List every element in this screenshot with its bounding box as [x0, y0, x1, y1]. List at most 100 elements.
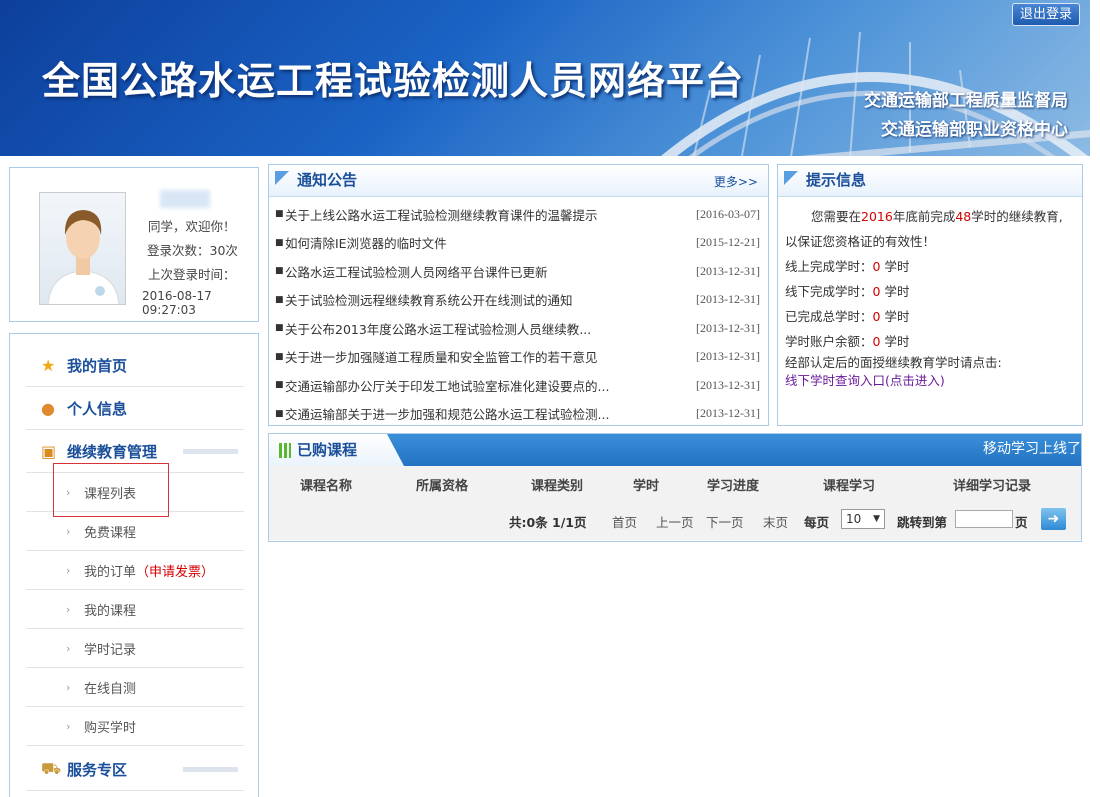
notice-list: ■ 关于上线公路水运工程试验检测继续教育课件的温馨提示 [2016-03-07] ■… [269, 197, 768, 428]
last-page-link[interactable]: 末页 [763, 512, 788, 531]
nav-buy-hours[interactable]: › 购买学时 [26, 707, 244, 746]
nav-service-label: 服务专区 [67, 760, 128, 779]
notice-text[interactable]: 公路水运工程试验检测人员网络平台课件已更新 [285, 262, 692, 281]
notice-date: [2016-03-07] [696, 206, 760, 221]
apply-invoice-link[interactable]: （申请发票） [136, 561, 214, 580]
prev-page-link[interactable]: 上一页 [656, 512, 694, 531]
tips-title: 提示信息 [778, 165, 884, 196]
org-name-2: 交通运输部职业资格中心 [881, 120, 1068, 140]
per-page-select[interactable]: 10 ▼ [841, 509, 885, 529]
chevron-right-icon: › [66, 524, 71, 538]
tips-year: 2016 [861, 209, 893, 224]
tips-panel: 提示信息 您需要在2016年底前完成48学时的继续教育,以保证您资格证的有效性！… [777, 164, 1083, 426]
list-item[interactable]: ■ 关于公布2013年度公路水运工程试验检测人员继续教... [2013-12-31… [275, 314, 760, 343]
site-title: 全国公路水运工程试验检测人员网络平台 [42, 58, 745, 103]
chevron-right-icon: › [66, 719, 71, 733]
notice-text[interactable]: 关于上线公路水运工程试验检测继续教育课件的温馨提示 [285, 205, 692, 224]
per-page-value: 10 [846, 512, 862, 526]
bars-icon [279, 443, 291, 458]
divider-bar [183, 767, 238, 772]
bullet-icon: ■ [275, 237, 284, 248]
jump-page-input[interactable] [955, 510, 1013, 528]
header-banner: 全国公路水运工程试验检测人员网络平台 交通运输部工程质量监督局 交通运输部职业资… [0, 0, 1090, 156]
more-link[interactable]: 更多>> [714, 173, 758, 190]
profile-card: 同学，欢迎你！ 登录次数：30次 上次登录时间： 2016-08-17 09:2… [9, 167, 259, 322]
courses-tab: 已购课程 [269, 434, 404, 466]
pagination: 共:0条 1/1页 首页 上一页 下一页 末页 每页 10 ▼ 跳转到第 页 ➜ [269, 502, 1081, 540]
notice-text[interactable]: 关于公布2013年度公路水运工程试验检测人员继续教... [285, 319, 692, 338]
nav-home[interactable]: ★ 我的首页 [26, 344, 244, 387]
notice-text[interactable]: 交通运输部办公厅关于印发工地试验室标准化建设要点的... [285, 376, 692, 395]
tips-body: 您需要在2016年底前完成48学时的继续教育,以保证您资格证的有效性！ 线上完成… [778, 197, 1082, 390]
page-suffix: 页 [1015, 515, 1028, 530]
list-item[interactable]: ■ 关于上线公路水运工程试验检测继续教育课件的温馨提示 [2016-03-07] [275, 200, 760, 229]
courses-title: 已购课程 [297, 441, 358, 459]
offline-query-link[interactable]: 线下学时查询入口(点击进入) [785, 372, 1074, 390]
nav-free-courses[interactable]: › 免费课程 [26, 512, 244, 551]
tips-hours: 48 [955, 209, 972, 224]
tips-requirement: 您需要在2016年底前完成48学时的继续教育,以保证您资格证的有效性！ [785, 204, 1074, 254]
list-item[interactable]: ■ 交通运输部关于进一步加强和规范公路水运工程试验检测... [2013-12-31… [275, 400, 760, 429]
next-page-link[interactable]: 下一页 [706, 512, 744, 531]
notice-text[interactable]: 关于进一步加强隧道工程质量和安全监管工作的若干意见 [285, 347, 692, 366]
divider-bar [183, 449, 238, 454]
last-login-label: 上次登录时间： [148, 267, 236, 282]
nav-personal-label: 个人信息 [67, 399, 128, 418]
bullet-icon: ■ [275, 294, 284, 305]
list-item[interactable]: ■ 如何清除IE浏览器的临时文件 [2015-12-21] [275, 229, 760, 258]
tips-text: 年底前完成 [892, 209, 956, 224]
book-icon: ▣ [41, 441, 57, 461]
chevron-right-icon: › [66, 563, 71, 577]
nav-my-orders[interactable]: › 我的订单 （申请发票） [26, 551, 244, 590]
per-page-label: 每页 [804, 515, 830, 530]
welcome-text: 同学，欢迎你！ [148, 219, 236, 234]
org-name-1: 交通运输部工程质量监督局 [864, 91, 1068, 111]
nav-service[interactable]: ⛟ 服务专区 [26, 748, 244, 791]
chevron-right-icon: › [66, 680, 71, 694]
list-item[interactable]: ■ 关于进一步加强隧道工程质量和安全监管工作的若干意见 [2013-12-31] [275, 343, 760, 372]
bullet-icon: ■ [275, 209, 284, 220]
nav-online-test[interactable]: › 在线自测 [26, 668, 244, 707]
user-silhouette-icon [47, 210, 120, 304]
account-balance: 学时账户余额：0 学时 [785, 334, 910, 349]
col-category: 课程类别 [531, 479, 584, 494]
notice-date: [2013-12-31] [696, 349, 760, 364]
bullet-icon: ■ [275, 408, 284, 419]
bullet-icon: ■ [275, 380, 284, 391]
col-course-name: 课程名称 [300, 479, 353, 494]
notice-date: [2015-12-21] [696, 235, 760, 250]
mobile-learning-notice[interactable]: 移动学习上线了 [983, 434, 1081, 464]
notice-text[interactable]: 交通运输部关于进一步加强和规范公路水运工程试验检测... [285, 404, 692, 423]
pager-summary: 共:0条 1/1页 [509, 515, 587, 530]
chevron-right-icon: › [66, 641, 71, 655]
bullet-icon: ■ [275, 266, 284, 277]
selection-highlight [53, 463, 169, 517]
online-hours: 线上完成学时：0 学时 [785, 259, 910, 274]
notice-text[interactable]: 关于试验检测远程继续教育系统公开在线测试的通知 [285, 290, 692, 309]
notice-text[interactable]: 如何清除IE浏览器的临时文件 [285, 233, 692, 252]
nav-hour-records[interactable]: › 学时记录 [26, 629, 244, 668]
go-arrow-icon[interactable]: ➜ [1041, 508, 1066, 530]
col-hours: 学时 [633, 479, 660, 494]
jump-label: 跳转到第 [897, 515, 948, 530]
logout-button[interactable]: 退出登录 [1012, 3, 1080, 26]
col-qualification: 所属资格 [416, 479, 469, 494]
list-item[interactable]: ■ 公路水运工程试验检测人员网络平台课件已更新 [2013-12-31] [275, 257, 760, 286]
bullet-icon: ■ [275, 351, 284, 362]
chevron-right-icon: › [66, 602, 71, 616]
first-page-link[interactable]: 首页 [612, 512, 637, 531]
nav-personal[interactable]: ● 个人信息 [26, 387, 244, 430]
list-item[interactable]: ■ 关于试验检测远程继续教育系统公开在线测试的通知 [2013-12-31] [275, 286, 760, 315]
last-login-time: 2016-08-17 09:27:03 [142, 289, 212, 317]
tips-text: 您需要在 [811, 209, 862, 224]
notice-date: [2013-12-31] [696, 377, 760, 392]
col-detail-record: 详细学习记录 [953, 479, 1032, 494]
purchased-courses-panel: 已购课程 移动学习上线了 课程名称 所属资格 课程类别 学时 学习进度 课程学习… [268, 433, 1082, 542]
offline-hours: 线下完成学时：0 学时 [785, 284, 910, 299]
notice-title: 通知公告 [269, 165, 375, 196]
username-blurred [160, 190, 210, 208]
list-item[interactable]: ■ 交通运输部办公厅关于印发工地试验室标准化建设要点的... [2013-12-31… [275, 371, 760, 400]
col-study: 课程学习 [823, 479, 876, 494]
nav-education-label: 继续教育管理 [67, 442, 158, 461]
nav-my-courses[interactable]: › 我的课程 [26, 590, 244, 629]
